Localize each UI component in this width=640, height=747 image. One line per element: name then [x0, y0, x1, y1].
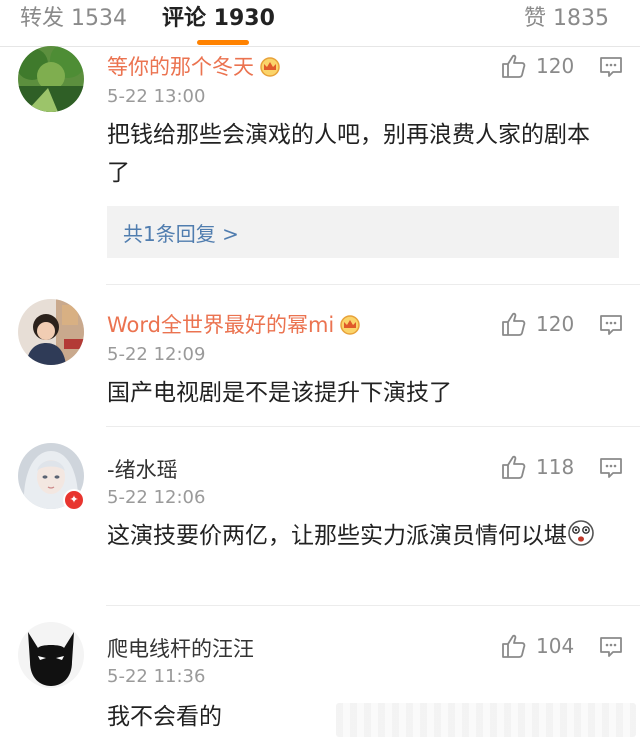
reply-comment-icon[interactable]: [599, 457, 623, 479]
reply-comment-icon[interactable]: [599, 636, 623, 658]
dizzy-face-emoji: [567, 519, 595, 559]
comment-text: 国产电视剧是不是该提升下演技了: [107, 380, 452, 406]
thumbs-up-icon: [502, 634, 526, 658]
comment-time: 5-22 12:06: [107, 487, 206, 508]
tab-repost[interactable]: 转发 1534: [20, 0, 127, 32]
verified-badge: ✦: [63, 489, 85, 511]
batman-avatar[interactable]: [18, 622, 84, 688]
forest-avatar[interactable]: [18, 46, 84, 112]
view-replies-link[interactable]: 共1条回复 >: [123, 218, 239, 247]
username[interactable]: 等你的那个冬天: [107, 51, 282, 82]
reply-comment-icon[interactable]: [599, 56, 623, 78]
like-count: 120: [536, 54, 575, 78]
comment-text: 这演技要价两亿，让那些实力派演员情何以堪: [107, 517, 612, 559]
thumbs-up-icon: [502, 312, 526, 336]
active-tab-indicator: [197, 40, 249, 45]
username[interactable]: Word全世界最好的幂mi: [107, 309, 362, 340]
like-count: 120: [536, 312, 575, 336]
divider: [106, 284, 640, 285]
thumbs-up-icon: [502, 455, 526, 479]
comment-time: 5-22 13:00: [107, 86, 206, 107]
tab-comments[interactable]: 评论 1930: [162, 0, 275, 32]
username[interactable]: 爬电线杆的汪汪: [107, 633, 254, 663]
girl-photo-avatar[interactable]: [18, 299, 84, 365]
divider: [106, 426, 640, 427]
reply-comment-icon[interactable]: [599, 314, 623, 336]
like-count: 118: [536, 455, 575, 479]
username[interactable]: -绪水瑶: [107, 454, 178, 484]
like-count: 104: [536, 634, 575, 658]
comment-tabs: 转发 1534 评论 1930 赞 1835: [0, 0, 640, 47]
blurred-watermark: [336, 703, 636, 737]
divider: [106, 605, 640, 606]
vip-crown-icon: [258, 57, 282, 82]
replies-box[interactable]: 共1条回复 >: [107, 206, 619, 258]
comment-time: 5-22 11:36: [107, 666, 206, 687]
comment-text: 把钱给那些会演戏的人吧，别再浪费人家的剧本了: [107, 122, 590, 186]
vip-crown-icon: [338, 315, 362, 340]
comment-time: 5-22 12:09: [107, 344, 206, 365]
tab-likes[interactable]: 赞 1835: [524, 0, 609, 32]
thumbs-up-icon: [502, 54, 526, 78]
